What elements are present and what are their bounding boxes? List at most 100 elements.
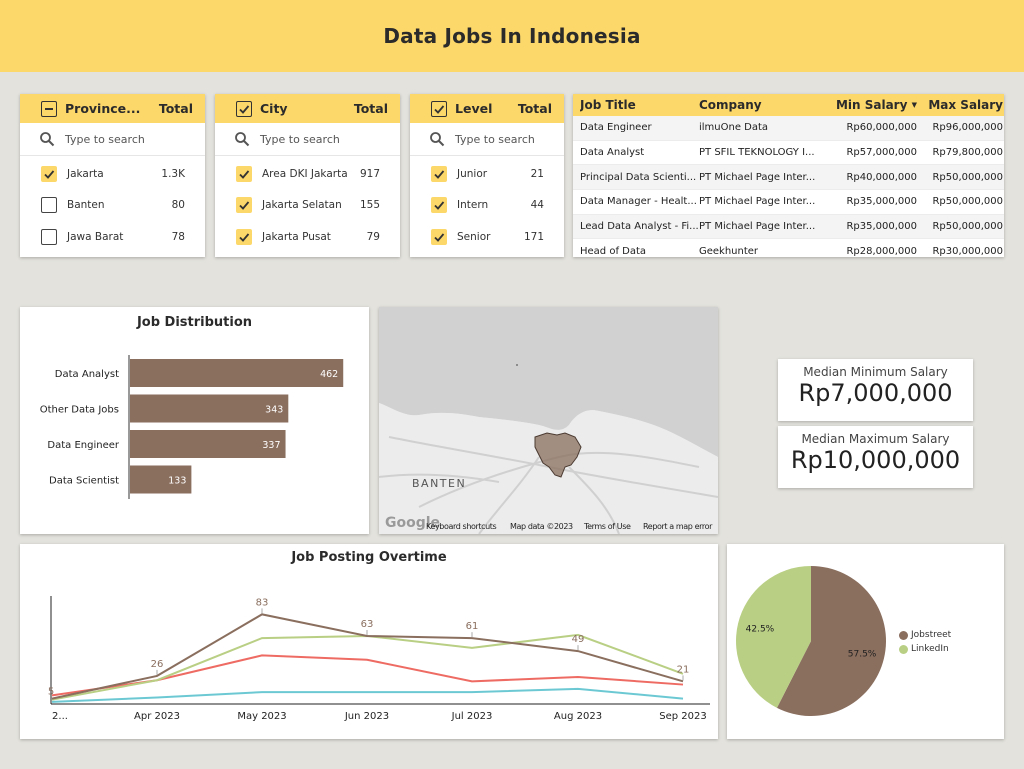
filter-option[interactable]: Jakarta 1.3K xyxy=(20,158,205,190)
filter-total-label[interactable]: Total xyxy=(518,101,552,116)
check-icon[interactable] xyxy=(236,100,252,117)
filter-total-label[interactable]: Total xyxy=(354,101,388,116)
filter-option-label: Junior xyxy=(457,167,488,180)
col-company[interactable]: Company xyxy=(699,98,817,112)
check-icon[interactable] xyxy=(431,100,447,117)
checkbox-checked-icon[interactable] xyxy=(236,197,252,214)
city-filter-header[interactable]: City Total xyxy=(215,94,400,123)
map-link-terms[interactable]: Terms of Use xyxy=(583,522,631,531)
filter-option[interactable]: Junior 21 xyxy=(410,158,564,190)
data-label: 83 xyxy=(256,597,269,608)
pie-slice-label: 42.5% xyxy=(746,625,775,635)
level-search[interactable]: Type to search xyxy=(410,123,564,156)
filter-label: Level xyxy=(455,101,493,116)
col-max-salary[interactable]: Max Salary xyxy=(917,98,1004,112)
table-row[interactable]: Lead Data Analyst - Fi... PT Michael Page… xyxy=(573,214,1004,240)
minus-icon[interactable] xyxy=(41,100,57,117)
checkbox-checked-icon[interactable] xyxy=(431,197,447,214)
map-data-credit[interactable]: Map data ©2023 xyxy=(510,522,573,531)
data-label: 61 xyxy=(466,621,479,632)
filter-option-count: 155 xyxy=(359,199,380,212)
col-job-title[interactable]: Job Title xyxy=(580,98,699,112)
cell-title: Principal Data Scienti... xyxy=(580,171,697,183)
cell-min: Rp28,000,000 xyxy=(846,245,917,257)
map-link-shortcuts[interactable]: Keyboard shortcuts xyxy=(426,522,497,531)
legend-dot xyxy=(899,630,908,640)
filter-option-label: Jakarta Selatan xyxy=(262,199,342,212)
bar-chart-svg: Data Analyst 462 Other Data Jobs 343 Data En… xyxy=(40,355,344,499)
table-row[interactable]: Data Analyst PT SFIL TEKNOLOGY I... Rp57,0… xyxy=(573,141,1004,166)
filter-option[interactable]: Jakarta Selatan 155 xyxy=(215,190,400,222)
dashboard-header: Data Jobs In Indonesia xyxy=(0,0,1024,72)
checkbox-checked-icon[interactable] xyxy=(236,228,252,245)
job-table: Job Title Company Min Salary ▼ Max Salar… xyxy=(573,94,1004,257)
table-row[interactable]: Principal Data Scienti... PT Michael Page… xyxy=(573,165,1004,191)
filter-total-label[interactable]: Total xyxy=(159,101,193,116)
level-filter-header[interactable]: Level Total xyxy=(410,94,564,123)
table-row[interactable]: Data Manager - Healt... PT Michael Page I… xyxy=(573,190,1004,215)
filter-option[interactable]: Jakarta Pusat 79 xyxy=(215,221,400,253)
province-search[interactable]: Type to search xyxy=(20,123,205,156)
map-link-report[interactable]: Report a map error xyxy=(643,522,714,531)
checkbox-checked-icon[interactable] xyxy=(431,228,447,245)
data-label: 5 xyxy=(48,687,54,698)
city-filter: City Total Type to search Area DKI Jakar… xyxy=(215,94,400,257)
median-max-salary-card: Median Maximum Salary Rp10,000,000 xyxy=(778,426,973,488)
pie-chart-svg: 57.5% 42.5% xyxy=(736,566,886,716)
checkbox-checked-icon[interactable] xyxy=(431,165,447,182)
filter-option-label: Banten xyxy=(67,199,105,212)
job-posting-overtime-chart: Job Posting Overtime 2... Apr 2023 May 202… xyxy=(20,544,718,739)
filter-option-count: 917 xyxy=(359,167,380,180)
x-tick-label: May 2023 xyxy=(237,711,286,722)
cell-title: Data Analyst xyxy=(580,147,645,159)
cell-max: Rp96,000,000 xyxy=(932,122,1003,134)
x-tick-label: Aug 2023 xyxy=(554,711,602,722)
checkbox-unchecked-icon[interactable] xyxy=(41,228,57,245)
table-row[interactable]: Head of Data Geekhunter Rp28,000,000 Rp30,0… xyxy=(573,239,1004,257)
col-min-salary[interactable]: Min Salary ▼ xyxy=(817,98,917,112)
cell-max: Rp79,800,000 xyxy=(932,147,1003,159)
data-label: 26 xyxy=(151,659,164,670)
cell-min: Rp35,000,000 xyxy=(846,196,917,208)
cell-min: Rp35,000,000 xyxy=(846,221,917,233)
x-tick-label: Apr 2023 xyxy=(134,711,180,722)
cell-company: PT Michael Page Inter... xyxy=(699,171,816,183)
search-placeholder: Type to search xyxy=(455,132,535,146)
job-table-header: Job Title Company Min Salary ▼ Max Salar… xyxy=(573,94,1004,116)
map-canvas[interactable]: BANTEN Google Keyboard shortcuts Map dat… xyxy=(379,307,718,534)
filter-option-count: 44 xyxy=(530,199,544,212)
series-line[interactable] xyxy=(51,687,684,703)
legend-item[interactable]: LinkedIn xyxy=(899,642,951,656)
filter-option[interactable]: Intern 44 xyxy=(410,190,564,222)
page-title: Data Jobs In Indonesia xyxy=(383,24,641,48)
filter-option-count: 171 xyxy=(523,230,544,243)
cell-title: Lead Data Analyst - Fi... xyxy=(580,221,699,233)
checkbox-checked-icon[interactable] xyxy=(236,165,252,182)
table-row[interactable]: Data Engineer ilmuOne Data Rp60,000,000 Rp9… xyxy=(573,116,1004,141)
island-marker xyxy=(516,364,518,366)
filter-option-label: Area DKI Jakarta xyxy=(262,167,348,180)
map-view[interactable]: BANTEN Google Keyboard shortcuts Map dat… xyxy=(379,307,718,534)
legend-item[interactable]: Jobstreet xyxy=(899,628,951,642)
cell-min: Rp40,000,000 xyxy=(846,171,917,183)
legend-label: LinkedIn xyxy=(911,644,949,654)
cell-company: PT Michael Page Inter... xyxy=(699,196,816,208)
bar[interactable] xyxy=(130,359,344,387)
filter-option[interactable]: Jawa Barat 78 xyxy=(20,221,205,253)
data-label: 49 xyxy=(572,634,585,645)
filter-option-count: 79 xyxy=(366,230,380,243)
filter-option-count: 1.3K xyxy=(161,167,185,180)
job-distribution-chart: Job Distribution Data Analyst 462 Other Da… xyxy=(20,307,369,534)
filter-label: City xyxy=(260,101,288,116)
data-label: 21 xyxy=(677,664,690,675)
filter-option[interactable]: Banten 80 xyxy=(20,190,205,222)
checkbox-unchecked-icon[interactable] xyxy=(41,197,57,214)
source-pie-chart: 57.5% 42.5% Jobstreet LinkedIn xyxy=(727,544,1004,739)
checkbox-checked-icon[interactable] xyxy=(41,165,57,182)
cell-title: Data Engineer xyxy=(580,122,652,134)
pie-slice-label: 57.5% xyxy=(848,649,877,659)
province-filter-header[interactable]: Province... Total xyxy=(20,94,205,123)
filter-option[interactable]: Senior 171 xyxy=(410,221,564,253)
city-search[interactable]: Type to search xyxy=(215,123,400,156)
filter-option[interactable]: Area DKI Jakarta 917 xyxy=(215,158,400,190)
